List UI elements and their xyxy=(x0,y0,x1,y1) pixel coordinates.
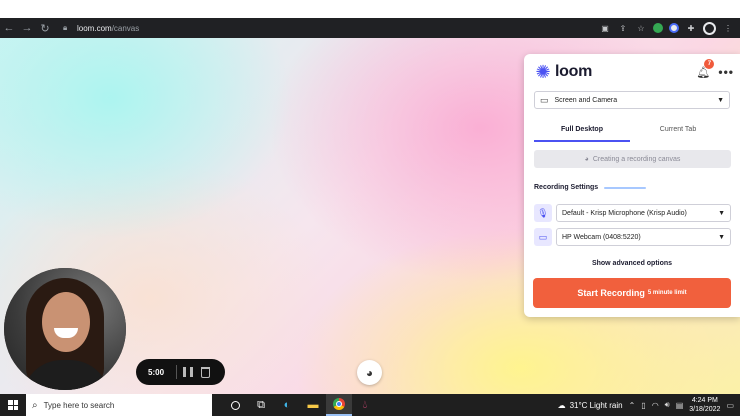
recording-settings-title: Recording Settings xyxy=(534,184,599,191)
recording-settings-heading: Recording Settings xyxy=(534,184,647,191)
camera-icon[interactable]: ▣ xyxy=(599,22,611,34)
puzzle-icon[interactable]: ✚ xyxy=(685,22,697,34)
network-icon[interactable]: ◠ xyxy=(652,401,659,410)
menu-icon[interactable]: ⋮ xyxy=(722,22,734,34)
chevron-down-icon: ▼ xyxy=(717,96,724,104)
pause-icon[interactable] xyxy=(183,366,193,378)
search-placeholder: Type here to search xyxy=(43,400,115,410)
time-limit-label: 5 minute limit xyxy=(647,290,687,296)
extension-loom-icon[interactable] xyxy=(669,23,679,33)
loom-panel: ✺ loom 🔔︎ 7 ••• ▭ Screen and Camera ▼ Fu… xyxy=(524,54,740,317)
cloud-icon: ☁ xyxy=(557,400,566,410)
chevron-down-icon: ▼ xyxy=(718,233,725,241)
cortana-icon[interactable] xyxy=(222,394,248,416)
edge-icon[interactable]: ◐ xyxy=(274,394,300,416)
screen-camera-icon: ▭ xyxy=(540,94,549,105)
camera-label: HP Webcam (0408:5220) xyxy=(562,233,641,241)
browser-toolbar: ← → ↻ 🔒︎ loom.com/canvas ▣ ⇪ ☆ ✚ ⋮ xyxy=(0,18,740,38)
capture-tabs: Full Desktop Current Tab xyxy=(534,122,730,142)
recording-timer: 5:00 xyxy=(148,367,165,377)
battery-icon[interactable]: ▯ xyxy=(641,401,645,410)
windows-icon xyxy=(8,400,18,410)
start-recording-button[interactable]: Start Recording 5 minute limit xyxy=(533,278,731,308)
status-text: Creating a recording canvas xyxy=(592,155,681,163)
video-camera-icon[interactable]: ▭ xyxy=(534,228,552,246)
clock[interactable]: 4:24 PM 3/18/2022 xyxy=(689,396,720,414)
chrome-icon[interactable] xyxy=(326,394,352,416)
drop-app-icon[interactable]: 💧︎ xyxy=(352,394,378,416)
notifications-icon[interactable]: ▭ xyxy=(726,401,734,410)
palette-small-icon: ◕ xyxy=(584,155,589,163)
start-menu-button[interactable] xyxy=(0,394,26,416)
lock-icon: 🔒︎ xyxy=(63,23,68,32)
windows-taskbar: ⌕ Type here to search ⧉ ◐ ▬ 💧︎ ☁ 31°C Li… xyxy=(0,394,740,416)
microphone-row: 🎙︎ Default - Krisp Microphone (Krisp Aud… xyxy=(534,204,731,222)
camera-row: ▭ HP Webcam (0408:5220) ▼ xyxy=(534,228,731,246)
top-strip xyxy=(0,0,740,18)
volume-icon[interactable]: 🔊︎ xyxy=(665,400,670,410)
status-bar: ◕ Creating a recording canvas xyxy=(534,150,731,168)
file-explorer-icon[interactable]: ▬ xyxy=(300,394,326,416)
capture-mode-label: Screen and Camera xyxy=(554,96,618,104)
profile-icon[interactable] xyxy=(703,21,716,35)
tab-full-desktop[interactable]: Full Desktop xyxy=(534,122,630,142)
palette-icon[interactable]: ◕ xyxy=(357,360,382,385)
loom-logo-icon: ✺ xyxy=(535,62,551,82)
url-path: /canvas xyxy=(111,23,140,33)
microphone-label: Default - Krisp Microphone (Krisp Audio) xyxy=(562,209,687,217)
tab-current-tab[interactable]: Current Tab xyxy=(630,122,726,142)
share-icon[interactable]: ⇪ xyxy=(617,22,629,34)
divider xyxy=(176,365,177,379)
reload-icon[interactable]: ↻ xyxy=(36,18,54,38)
language-icon[interactable]: ▤ xyxy=(676,401,684,410)
star-icon[interactable]: ☆ xyxy=(635,22,647,34)
microphone-select[interactable]: Default - Krisp Microphone (Krisp Audio)… xyxy=(556,204,731,222)
start-recording-label: Start Recording xyxy=(577,288,645,298)
back-icon[interactable]: ← xyxy=(0,18,18,38)
clock-time: 4:24 PM xyxy=(691,397,718,404)
system-tray: ☁ 31°C Light rain ⌃ ▯ ◠ 🔊︎ ▤ 4:24 PM 3/1… xyxy=(558,396,740,414)
address-bar[interactable]: 🔒︎ loom.com/canvas xyxy=(58,20,578,36)
notification-badge: 7 xyxy=(704,59,715,69)
chevron-down-icon: ▼ xyxy=(718,209,725,217)
url-host: loom.com xyxy=(77,23,112,33)
task-view-icon[interactable]: ⧉ xyxy=(248,394,274,416)
capture-mode-select[interactable]: ▭ Screen and Camera ▼ xyxy=(534,91,730,109)
more-options-button[interactable]: ••• xyxy=(718,65,734,79)
trash-icon[interactable] xyxy=(201,366,210,378)
forward-icon[interactable]: → xyxy=(18,18,36,38)
bell-icon[interactable]: 🔔︎ 7 xyxy=(696,59,715,79)
weather-text: 31°C Light rain xyxy=(569,400,623,410)
weather-widget[interactable]: ☁ 31°C Light rain xyxy=(558,401,623,410)
camera-select[interactable]: HP Webcam (0408:5220) ▼ xyxy=(556,228,731,246)
clock-date: 3/18/2022 xyxy=(689,406,721,413)
show-advanced-options-link[interactable]: Show advanced options xyxy=(534,260,730,267)
recording-controls: 5:00 xyxy=(136,359,225,385)
webcam-bubble[interactable] xyxy=(4,268,126,390)
extension-grammarly-icon[interactable] xyxy=(653,23,663,33)
loom-wordmark: loom xyxy=(555,63,593,80)
heading-underline xyxy=(604,186,647,189)
chevron-up-icon[interactable]: ⌃ xyxy=(629,401,636,410)
taskbar-search[interactable]: ⌕ Type here to search xyxy=(26,394,212,416)
search-icon: ⌕ xyxy=(32,399,38,411)
microphone-icon[interactable]: 🎙︎ xyxy=(534,204,552,222)
